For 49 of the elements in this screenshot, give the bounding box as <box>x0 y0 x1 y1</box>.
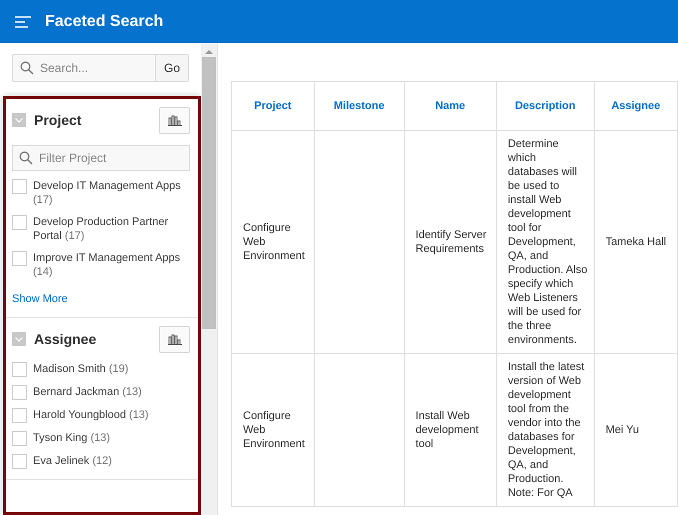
filter-field[interactable]: Filter Project <box>12 145 190 171</box>
table-cell: Configure Web Environment <box>232 130 314 354</box>
checkbox[interactable] <box>12 179 27 194</box>
table-cell: Mei Yu <box>594 354 678 506</box>
facet-option-label[interactable]: Develop Production Partner Portal (17) <box>33 215 183 243</box>
facet-option-label[interactable]: Bernard Jackman (13) <box>33 385 183 399</box>
go-button[interactable]: Go <box>155 55 188 81</box>
facet-title: Project <box>34 112 82 128</box>
table-cell: Determine which databases will be used to install Web development tool for Development, QA, and Production. Also specify which Web Listeners will be used for the three environments. <box>496 130 594 354</box>
checkbox[interactable] <box>12 385 27 400</box>
checkbox[interactable] <box>12 408 27 423</box>
bar-chart-icon <box>168 334 182 344</box>
search-field[interactable]: Search... Go <box>12 54 189 82</box>
show-more-link[interactable]: Show More <box>12 293 68 305</box>
checkbox[interactable] <box>12 251 27 266</box>
table-cell: Configure Web Environment <box>232 354 314 506</box>
column-header[interactable]: Assignee <box>594 82 678 130</box>
facet-option-label[interactable]: Tyson King (13) <box>33 431 183 445</box>
bar-chart-icon <box>168 114 182 126</box>
chevron-down-icon <box>15 118 23 122</box>
scrollbar[interactable] <box>201 43 217 515</box>
table-cell: Install the latest version of Web development tool from the vendor into the databases for Development, QA, and Production. Note: For QA <box>496 354 594 506</box>
chart-button[interactable] <box>159 106 190 134</box>
table-cell: Tameka Hall <box>594 130 678 354</box>
facet-option-label[interactable]: Madison Smith (19) <box>33 362 183 376</box>
facet-option-label[interactable]: Harold Youngblood (13) <box>33 408 183 422</box>
chart-button[interactable] <box>159 326 190 352</box>
facet-option-label[interactable]: Develop IT Management Apps (17) <box>33 179 183 207</box>
column-header[interactable]: Project <box>232 82 314 130</box>
table-cell: Install Web development tool <box>404 354 496 506</box>
checkbox[interactable] <box>12 431 27 446</box>
column-header[interactable]: Name <box>404 82 496 130</box>
facet-title: Assignee <box>34 331 98 347</box>
collapse-toggle[interactable] <box>12 113 26 127</box>
column-header[interactable]: Description <box>496 82 594 130</box>
table-cell: Identify Server Requirements <box>404 130 496 354</box>
facet-option-label[interactable]: Improve IT Management Apps (14) <box>33 251 183 279</box>
chevron-down-icon <box>15 336 23 342</box>
checkbox[interactable] <box>12 215 27 230</box>
menu-icon[interactable] <box>15 16 31 28</box>
checkbox[interactable] <box>12 362 27 377</box>
search-icon <box>20 61 34 75</box>
facet-option-label[interactable]: Eva Jelinek (12) <box>33 454 183 468</box>
scrollbar-thumb[interactable] <box>202 57 216 329</box>
scroll-up-arrow-icon[interactable] <box>205 49 213 55</box>
checkbox[interactable] <box>12 454 27 469</box>
column-header[interactable]: Milestone <box>314 82 404 130</box>
app-title: Faceted Search <box>45 12 164 30</box>
collapse-toggle[interactable] <box>12 332 26 346</box>
